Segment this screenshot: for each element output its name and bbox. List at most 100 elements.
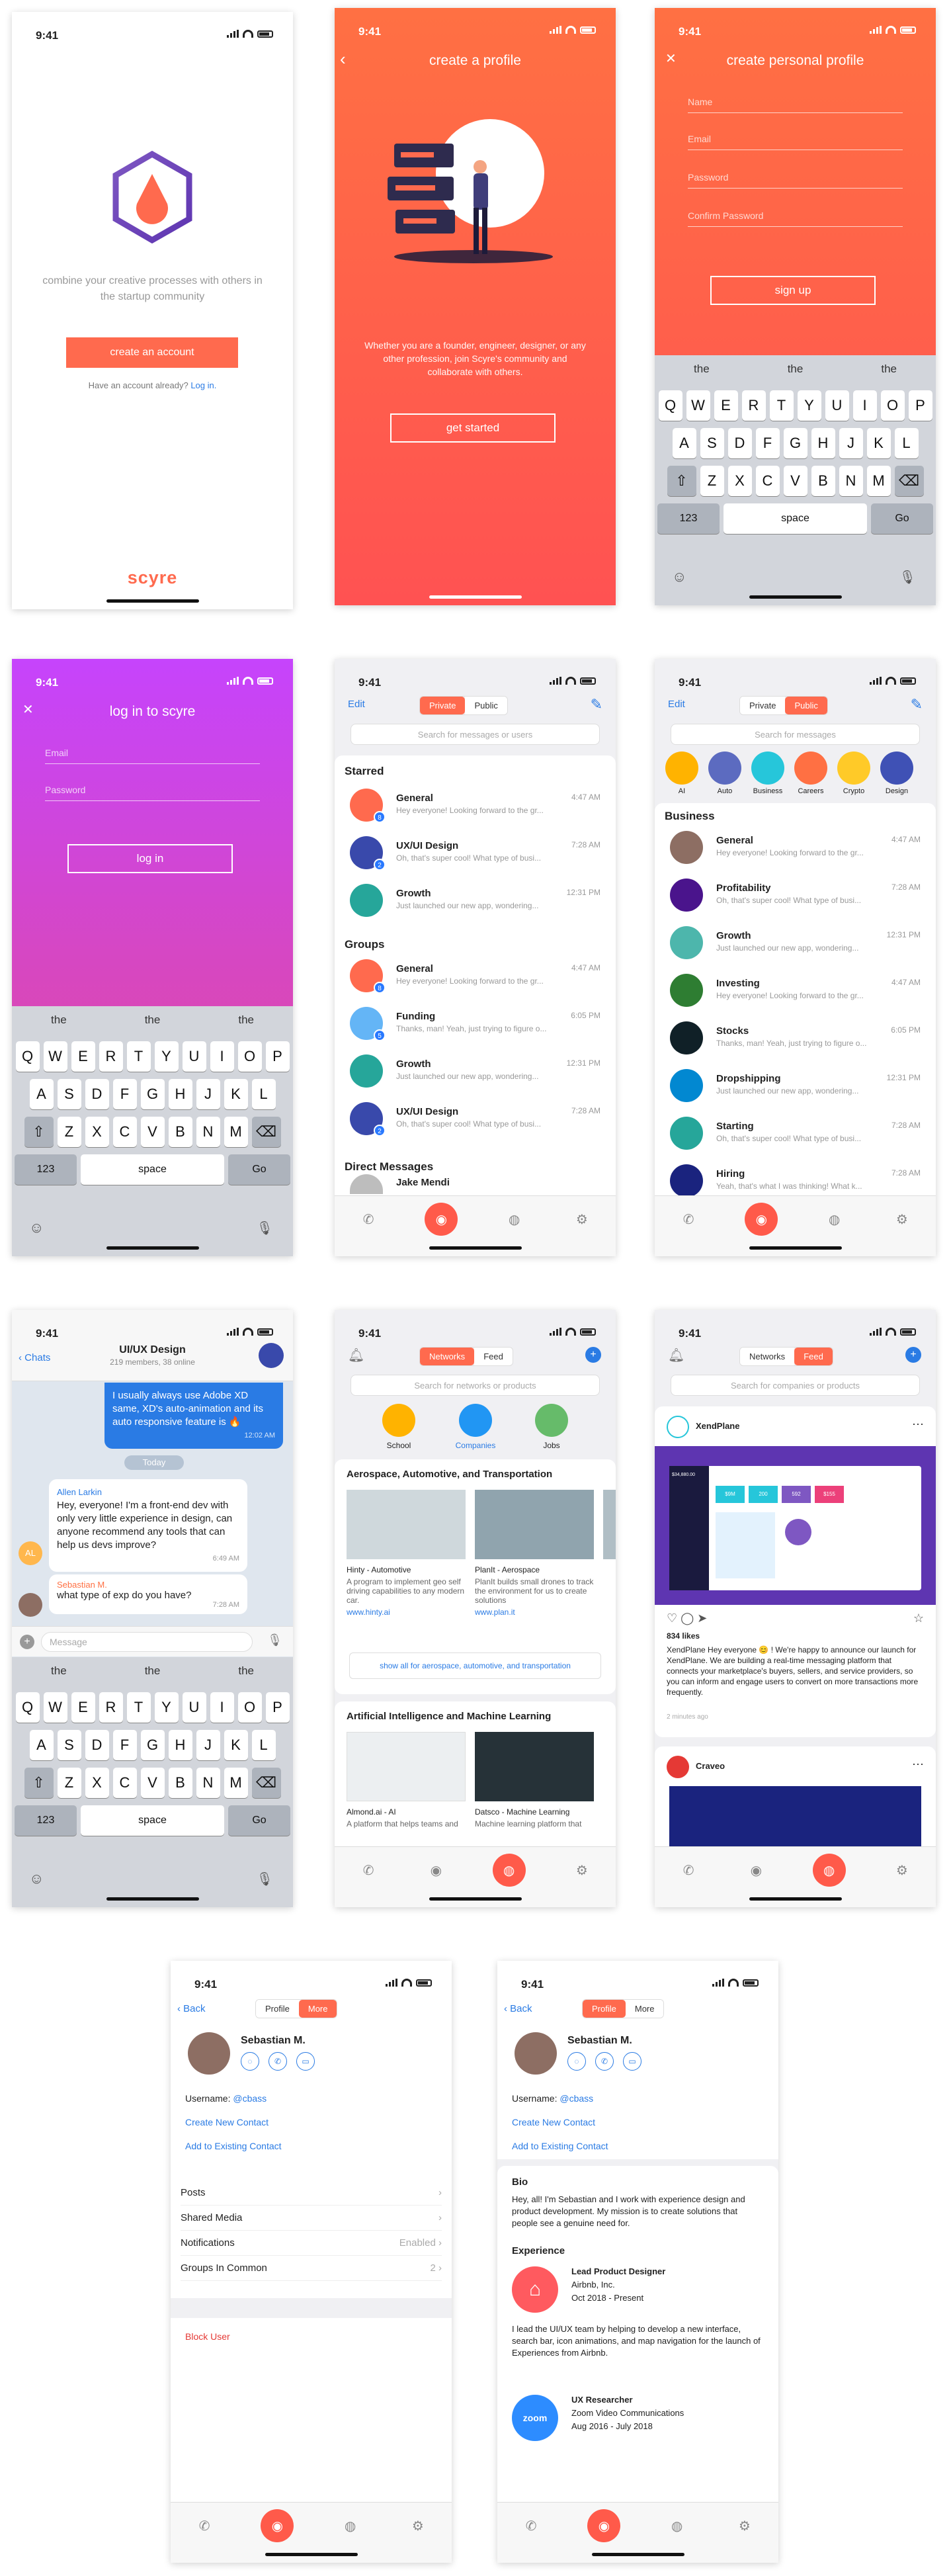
email-field[interactable]: Email	[45, 748, 260, 764]
video-icon[interactable]: ▭	[623, 2052, 641, 2071]
search-input[interactable]: Search for messages or users	[351, 724, 600, 745]
key-z[interactable]: Z	[700, 466, 724, 496]
key-x[interactable]: X	[85, 1117, 109, 1147]
key-g[interactable]: G	[140, 1079, 165, 1109]
suggestion[interactable]: the	[106, 1664, 200, 1678]
tab-private[interactable]: Private	[740, 697, 786, 714]
category-design[interactable]: Design	[876, 751, 917, 795]
suggestion[interactable]: the	[106, 1013, 200, 1027]
add-icon[interactable]: +	[585, 1347, 601, 1363]
key-a[interactable]: A	[29, 1079, 54, 1109]
key-k[interactable]: K	[224, 1730, 248, 1760]
post-image[interactable]	[669, 1786, 921, 1852]
company-card[interactable]: PlanIt - Aerospace PlanIt builds small dr…	[475, 1565, 594, 1617]
key-x[interactable]: X	[727, 466, 752, 496]
key-m[interactable]: M	[866, 466, 891, 496]
shift-icon[interactable]: ⇧	[24, 1768, 54, 1798]
key-d[interactable]: D	[85, 1730, 109, 1760]
key-x[interactable]: X	[85, 1768, 109, 1798]
chat-row[interactable]: Growth 12:31 PM Just launched our new app,…	[665, 921, 926, 967]
phone-icon[interactable]: ✆	[357, 1208, 380, 1230]
key-w[interactable]: W	[686, 390, 710, 421]
tab-more[interactable]: More	[625, 2000, 664, 2018]
key-c[interactable]: C	[112, 1117, 137, 1147]
key-h[interactable]: H	[811, 428, 835, 458]
settings-icon[interactable]: ⚙	[891, 1859, 913, 1881]
tab-feed[interactable]: Feed	[474, 1348, 513, 1365]
chat-row[interactable]: 8 General 4:47 AM Hey everyone! Looking for…	[345, 783, 606, 830]
key-e[interactable]: E	[71, 1041, 95, 1072]
globe-icon[interactable]: ◍	[812, 1854, 846, 1887]
avatar[interactable]	[667, 1416, 689, 1438]
key-o[interactable]: O	[880, 390, 905, 421]
more-icon[interactable]: ···	[912, 1417, 924, 1431]
space-key[interactable]: space	[724, 503, 867, 534]
key-j[interactable]: J	[196, 1079, 220, 1109]
microphone-icon[interactable]: 🎙	[899, 569, 916, 585]
phone-icon[interactable]: ✆	[677, 1208, 700, 1230]
like-icon[interactable]: ♡ ◯ ➤	[667, 1611, 707, 1625]
search-input[interactable]: Search for companies or products	[671, 1375, 920, 1396]
key-u[interactable]: U	[182, 1692, 206, 1723]
add-contact-link[interactable]: Add to Existing Contact	[512, 2141, 608, 2151]
chat-icon[interactable]: ◉	[261, 2509, 294, 2542]
company-card[interactable]: Hinty - Automotive A program to implement…	[347, 1565, 466, 1617]
go-key[interactable]: Go	[228, 1154, 290, 1185]
key-v[interactable]: V	[140, 1117, 165, 1147]
phone-icon[interactable]: ✆	[595, 2052, 614, 2071]
key-t[interactable]: T	[126, 1041, 151, 1072]
go-key[interactable]: Go	[228, 1805, 290, 1836]
key-l[interactable]: L	[251, 1730, 276, 1760]
key-j[interactable]: J	[839, 428, 863, 458]
chat-row[interactable]: Dropshipping 12:31 PM Just launched our ne…	[665, 1064, 926, 1110]
group-avatar[interactable]	[259, 1343, 284, 1368]
microphone-icon[interactable]: 🎙	[267, 1633, 282, 1647]
chat-icon[interactable]: ◉	[587, 2509, 621, 2542]
jobs-icon[interactable]	[535, 1404, 568, 1437]
numbers-key[interactable]: 123	[657, 503, 720, 534]
category-careers[interactable]: Careers	[790, 751, 831, 795]
numbers-key[interactable]: 123	[15, 1154, 77, 1185]
create-contact-link[interactable]: Create New Contact	[185, 2117, 269, 2127]
key-y[interactable]: Y	[154, 1041, 179, 1072]
chat-row[interactable]: Profitability 7:28 AM Oh, that's super coo…	[665, 873, 926, 920]
microphone-icon[interactable]: 🎙	[257, 1220, 273, 1236]
key-r[interactable]: R	[741, 390, 766, 421]
search-input[interactable]: Search for messages	[671, 724, 920, 745]
confirm-password-field[interactable]: Confirm Password	[688, 210, 903, 227]
key-p[interactable]: P	[265, 1041, 290, 1072]
chat-row[interactable]: Stocks 6:05 PM Thanks, man! Yeah, just try…	[665, 1016, 926, 1062]
key-j[interactable]: J	[196, 1730, 220, 1760]
login-link[interactable]: Log in.	[190, 380, 216, 390]
key-s[interactable]: S	[700, 428, 724, 458]
key-q[interactable]: Q	[15, 1692, 40, 1723]
category-ai[interactable]: AI	[661, 751, 702, 795]
tab-public[interactable]: Public	[465, 697, 507, 714]
log-in-button[interactable]: log in	[67, 844, 233, 873]
category-crypto[interactable]: Crypto	[833, 751, 874, 795]
key-u[interactable]: U	[825, 390, 849, 421]
bookmark-icon[interactable]: ☆	[913, 1611, 924, 1625]
tab-networks[interactable]: Networks	[740, 1348, 795, 1365]
key-s[interactable]: S	[57, 1079, 81, 1109]
key-m[interactable]: M	[224, 1117, 248, 1147]
tab-private[interactable]: Private	[420, 697, 466, 714]
name-field[interactable]: Name	[688, 97, 903, 113]
suggestion[interactable]: the	[199, 1664, 293, 1678]
key-d[interactable]: D	[727, 428, 752, 458]
phone-icon[interactable]: ✆	[677, 1859, 700, 1881]
globe-icon[interactable]: ◍	[823, 1208, 846, 1230]
space-key[interactable]: space	[81, 1805, 224, 1836]
chat-icon[interactable]: ◉	[745, 1859, 767, 1881]
key-v[interactable]: V	[140, 1768, 165, 1798]
username-value[interactable]: @cbass	[559, 2093, 593, 2104]
key-i[interactable]: I	[210, 1041, 234, 1072]
globe-icon[interactable]: ◍	[339, 2514, 362, 2537]
add-icon[interactable]: +	[905, 1347, 921, 1363]
phone-icon[interactable]: ✆	[357, 1859, 380, 1881]
company-image[interactable]	[347, 1490, 466, 1559]
key-a[interactable]: A	[672, 428, 696, 458]
chat-row[interactable]: 5 Funding 6:05 PM Thanks, man! Yeah, just t…	[345, 1002, 606, 1048]
tab-profile[interactable]: Profile	[583, 2000, 626, 2018]
product-image[interactable]	[475, 1732, 594, 1801]
